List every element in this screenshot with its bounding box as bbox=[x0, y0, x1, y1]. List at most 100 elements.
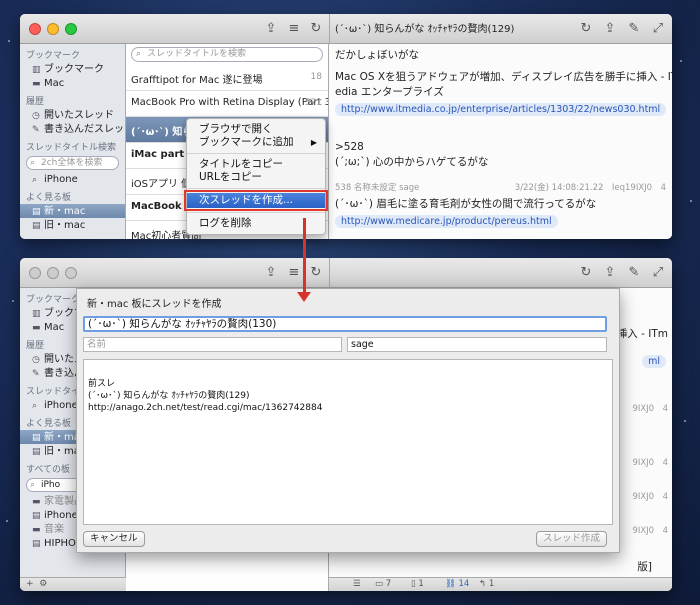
post-meta: 538 名称未設定 sage 3/22(金) 14:08:21.22 Ieq19I… bbox=[335, 181, 666, 193]
pencil-icon: ✎ bbox=[32, 369, 40, 379]
menu-item-add-bookmark[interactable]: ブックマークに追加 ▶ bbox=[187, 136, 325, 149]
close-window-button[interactable] bbox=[29, 23, 41, 35]
gear-icon[interactable]: ⚙ bbox=[39, 579, 47, 589]
sidebar-item-iphone[interactable]: ⌕ iPhone bbox=[20, 172, 125, 186]
pencil-icon: ✎ bbox=[32, 125, 40, 135]
minimize-window-button[interactable] bbox=[47, 23, 59, 35]
star bbox=[12, 300, 14, 302]
sidebar: ブックマーク ▥ ブックマーク ▬ Mac 履歴 ◷ 開いたスレッド ✎ 書き込んだスレ… bbox=[20, 44, 134, 239]
post-text: (´;ω;`) 心の中からハゲてるがな bbox=[335, 156, 489, 168]
reload-icon[interactable]: ↻ bbox=[578, 265, 594, 281]
sidebar-item-opened-threads[interactable]: ◷ 開いたスレッド bbox=[20, 108, 125, 122]
folder-icon: ▬ bbox=[32, 497, 41, 507]
sidebar-item-old-mac[interactable]: ▤ 旧・mac bbox=[20, 218, 125, 232]
list-icon[interactable]: ≡ bbox=[286, 21, 302, 37]
sidebar-search-input[interactable]: 2ch全体を検索 bbox=[26, 156, 119, 170]
sidebar-item-written-threads[interactable]: ✎ 書き込んだスレッド bbox=[20, 122, 134, 136]
menu-divider bbox=[187, 188, 325, 189]
thread-count: 18 bbox=[310, 72, 322, 82]
post-link[interactable]: http://www.itmedia.co.jp/enterprise/arti… bbox=[335, 103, 667, 116]
toolbar-divider bbox=[329, 258, 330, 288]
pencil-icon[interactable]: ✎ bbox=[626, 21, 642, 37]
menu-item-open-browser[interactable]: ブラウザで開く bbox=[187, 123, 325, 136]
message-body-textarea[interactable]: 前スレ (´･ω･`) 知らんがな ｵｯﾁｬﾔﾗの贅肉(129) http://… bbox=[83, 359, 613, 525]
sidebar-item-new-mac[interactable]: ▤ 新・mac bbox=[20, 204, 125, 218]
folder-icon: ▬ bbox=[32, 323, 41, 333]
menu-divider bbox=[187, 212, 325, 213]
thread-row[interactable]: Grafftipot for Mac 遂に登場 18 bbox=[126, 65, 328, 91]
share-icon[interactable]: ⇪ bbox=[602, 21, 618, 37]
annotation-arrow-head bbox=[297, 292, 311, 302]
folder-icon: ▬ bbox=[32, 525, 41, 535]
name-field[interactable]: 名前 bbox=[83, 337, 342, 352]
post-link[interactable]: http://www.medicare.jp/product/pereus.ht… bbox=[335, 215, 558, 228]
post-meta: 9IXJ0 4 bbox=[632, 404, 668, 414]
sidebar-item-label: 音楽 bbox=[44, 524, 64, 535]
posts-count-value: 7 bbox=[385, 579, 392, 589]
sidebar-section-bookmarks: ブックマーク bbox=[26, 51, 81, 61]
sidebar-item-label: iPhone bbox=[44, 510, 78, 521]
toolbar-divider bbox=[329, 14, 330, 44]
menu-item-copy-title[interactable]: タイトルをコピー bbox=[187, 158, 325, 171]
post-meta: 9IXJ0 4 bbox=[632, 458, 668, 468]
submenu-arrow-icon: ▶ bbox=[310, 138, 317, 147]
thread-row[interactable]: MacBook Pro with Retina Display (Part 32… bbox=[126, 91, 328, 117]
menu-item-label: ブックマークに追加 bbox=[199, 136, 294, 148]
sheet-title: 新・mac 板にスレッドを作成 bbox=[87, 299, 222, 310]
toolbar: ⇪ ≡ ↻ ↻ ⇪ ✎ ⤢ bbox=[20, 258, 672, 288]
zoom-window-button[interactable] bbox=[65, 23, 77, 35]
reload-icon[interactable]: ↻ bbox=[308, 21, 324, 37]
post-link[interactable]: ml bbox=[642, 355, 666, 368]
cancel-button[interactable]: キャンセル bbox=[83, 531, 145, 547]
board-icon: ▤ bbox=[32, 447, 41, 457]
board-icon: ▤ bbox=[32, 207, 41, 217]
plus-icon[interactable]: + bbox=[26, 579, 34, 589]
post-text: 版] bbox=[637, 561, 652, 573]
status-bar: ☰ ▭ 7 ▯ 1 ⛓ 14 ↰ 1 bbox=[329, 577, 672, 591]
share-icon[interactable]: ⇪ bbox=[263, 21, 279, 37]
new-thread-sheet: 新・mac 板にスレッドを作成 (´･ω･`) 知らんがな ｵｯﾁｬﾔﾗの贅肉(… bbox=[76, 288, 620, 553]
close-window-button[interactable] bbox=[29, 267, 41, 279]
create-thread-button[interactable]: スレッド作成 bbox=[535, 531, 607, 547]
minimize-window-button[interactable] bbox=[47, 267, 59, 279]
list-icon[interactable]: ≡ bbox=[286, 265, 302, 281]
menu-item-copy-url[interactable]: URLをコピー bbox=[187, 171, 325, 184]
star bbox=[6, 520, 8, 522]
post-link-wrap: ml bbox=[642, 354, 666, 369]
sidebar-item-label: iPhone bbox=[44, 174, 78, 185]
reload-icon[interactable]: ↻ bbox=[308, 265, 324, 281]
sidebar-item-mac[interactable]: ▬ Mac bbox=[20, 76, 125, 90]
search-icon: ⌕ bbox=[32, 401, 38, 411]
board-icon: ▤ bbox=[32, 539, 41, 549]
post-meta: 9IXJ0 4 bbox=[632, 492, 668, 502]
sidebar-item-label: 旧・mac bbox=[44, 220, 86, 231]
sidebar-item-label: Mac bbox=[44, 322, 65, 333]
pencil-icon[interactable]: ✎ bbox=[626, 265, 642, 281]
menu-item-create-next-thread[interactable]: 次スレッドを作成... bbox=[184, 190, 328, 211]
sidebar-item-bookmark[interactable]: ▥ ブックマーク bbox=[20, 62, 125, 76]
clock-icon: ◷ bbox=[32, 111, 40, 121]
post-link-wrap: http://www.medicare.jp/product/pereus.ht… bbox=[335, 214, 558, 229]
thread-search-input[interactable]: スレッドタイトルを検索 bbox=[131, 47, 323, 62]
sidebar-item-label: iPhone bbox=[44, 400, 78, 411]
sidebar-section-history: 履歴 bbox=[26, 97, 45, 107]
thread-title-input[interactable]: (´･ω･`) 知らんがな ｵｯﾁｬﾔﾗの贅肉(130) bbox=[83, 316, 607, 332]
expand-icon[interactable]: ⤢ bbox=[650, 265, 666, 281]
star bbox=[680, 60, 682, 62]
post-link-wrap: http://www.itmedia.co.jp/enterprise/arti… bbox=[335, 102, 667, 117]
sidebar-item-label: 新・mac bbox=[44, 206, 86, 217]
mail-field[interactable]: sage bbox=[347, 337, 607, 352]
share-icon[interactable]: ⇪ bbox=[263, 265, 279, 281]
reload-icon[interactable]: ↻ bbox=[578, 21, 594, 37]
posts-count: ▭ 7 bbox=[375, 579, 392, 589]
board-icon: ▤ bbox=[32, 221, 41, 231]
sidebar-item-label: 書き込んだスレッド bbox=[44, 124, 134, 135]
expand-icon[interactable]: ⤢ bbox=[650, 21, 666, 37]
sidebar-bottom-bar: + ⚙ bbox=[20, 577, 126, 591]
sidebar-item-label: ブックマーク bbox=[44, 64, 104, 75]
links-count: ⛓ 14 bbox=[445, 579, 470, 589]
share-icon[interactable]: ⇪ bbox=[602, 265, 618, 281]
search-icon: ⌕ bbox=[32, 175, 38, 185]
list-icon[interactable]: ☰ bbox=[353, 579, 361, 589]
zoom-window-button[interactable] bbox=[65, 267, 77, 279]
